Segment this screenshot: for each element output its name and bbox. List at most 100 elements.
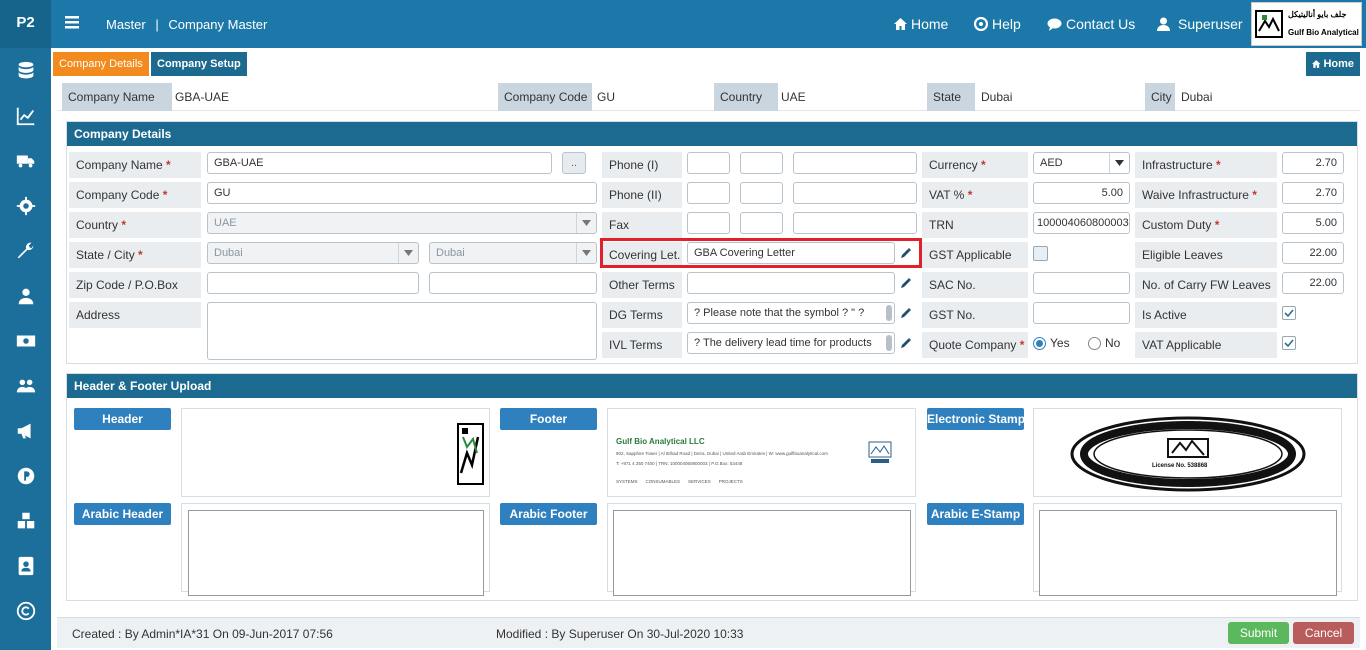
gst-no-label: GST No. <box>922 302 1028 328</box>
vat-input[interactable]: 5.00 <box>1033 182 1130 204</box>
header-image[interactable] <box>181 408 490 497</box>
ivl-terms-textarea[interactable]: ? The delivery lead time for products <box>687 332 895 354</box>
wrench-icon[interactable] <box>0 228 51 273</box>
header-logo-icon <box>457 423 484 485</box>
company-name-lookup-button[interactable]: .. <box>562 152 586 174</box>
users-icon[interactable] <box>0 363 51 408</box>
phone1-area-code-input[interactable] <box>740 152 783 174</box>
electronic-stamp-upload-button[interactable]: Electronic Stamp <box>927 408 1024 430</box>
arabic-header-upload-button[interactable]: Arabic Header <box>74 503 171 525</box>
waive-infrastructure-label: Waive Infrastructure * <box>1135 182 1277 208</box>
breadcrumb-master[interactable]: Master <box>106 17 146 32</box>
footer-image[interactable]: Gulf Bio Analytical LLC 902, Sapphire To… <box>607 408 916 497</box>
submit-button[interactable]: Submit <box>1228 622 1289 644</box>
arabic-footer-image[interactable] <box>607 503 916 596</box>
carry-fw-leaves-label: No. of Carry FW Leaves <box>1135 272 1277 298</box>
chart-line-icon[interactable] <box>0 93 51 138</box>
currency-select-value: AED <box>1040 157 1063 169</box>
gear-icon[interactable] <box>0 183 51 228</box>
sac-input[interactable] <box>1033 272 1130 294</box>
quote-no-radio[interactable]: No <box>1088 336 1120 350</box>
brand-logo[interactable]: P2 <box>0 0 51 48</box>
ivl-terms-scrollbar[interactable] <box>886 335 892 351</box>
audit-footer: Created : By Admin*IA*31 On 09-Jun-2017 … <box>57 617 1360 648</box>
megaphone-icon[interactable] <box>0 408 51 453</box>
tab-company-setup[interactable]: Company Setup <box>151 52 247 76</box>
carry-fw-leaves-input[interactable]: 22.00 <box>1282 272 1344 294</box>
infrastructure-input[interactable]: 2.70 <box>1282 152 1344 174</box>
phone2-country-code-input[interactable] <box>687 182 730 204</box>
zip-label: Zip Code / P.O.Box <box>69 272 201 298</box>
dg-terms-textarea[interactable]: ? Please note that the symbol ? " ? <box>687 302 895 324</box>
footer-tag: SERVICES <box>688 479 711 484</box>
quote-yes-radio[interactable]: Yes <box>1033 336 1070 350</box>
nav-help[interactable]: Help <box>974 16 1021 32</box>
cubes-icon[interactable] <box>0 498 51 543</box>
dg-terms-value: ? Please note that the symbol ? " ? <box>694 307 865 319</box>
zip-input[interactable] <box>207 272 419 294</box>
company-code-input[interactable]: GU <box>207 182 597 204</box>
home-button[interactable]: Home <box>1306 52 1360 76</box>
quote-yes-label: Yes <box>1050 336 1070 350</box>
dg-terms-scrollbar[interactable] <box>886 305 892 321</box>
gst-no-input[interactable] <box>1033 302 1130 324</box>
fax-area-code-input[interactable] <box>740 212 783 234</box>
nav-contact[interactable]: Contact Us <box>1047 16 1135 32</box>
footer-upload-button[interactable]: Footer <box>500 408 597 430</box>
company-name-input[interactable]: GBA-UAE <box>207 152 552 174</box>
phone2-area-code-input[interactable] <box>740 182 783 204</box>
chevron-down-icon <box>1109 153 1129 173</box>
country-select[interactable]: UAE <box>207 212 597 234</box>
dg-terms-label: DG Terms <box>602 302 682 328</box>
footer-emblem-icon <box>868 441 892 463</box>
edit-other-terms-icon[interactable] <box>896 272 916 294</box>
currency-label: Currency * <box>922 152 1028 178</box>
checkmark-icon <box>1284 339 1294 348</box>
copyright-icon[interactable] <box>0 588 51 633</box>
edit-dg-terms-icon[interactable] <box>896 302 916 324</box>
parking-icon[interactable] <box>0 453 51 498</box>
database-icon[interactable] <box>0 48 51 93</box>
address-textarea[interactable] <box>207 302 597 360</box>
waive-infrastructure-input[interactable]: 2.70 <box>1282 182 1344 204</box>
hamburger-menu-icon[interactable] <box>65 15 79 32</box>
arabic-footer-upload-button[interactable]: Arabic Footer <box>500 503 597 525</box>
fax-country-code-input[interactable] <box>687 212 730 234</box>
vat-applicable-checkbox[interactable] <box>1282 336 1296 350</box>
state-select[interactable]: Dubai <box>207 242 419 264</box>
company-logo[interactable]: جلف بايو أناليتيكل Gulf Bio Analytical <box>1251 2 1362 46</box>
footer-company-name: Gulf Bio Analytical LLC <box>616 437 705 446</box>
is-active-checkbox[interactable] <box>1282 306 1296 320</box>
fax-number-input[interactable] <box>793 212 917 234</box>
phone2-number-input[interactable] <box>793 182 917 204</box>
covering-letter-highlight <box>600 238 922 268</box>
edit-ivl-terms-icon[interactable] <box>896 332 916 354</box>
city-select[interactable]: Dubai <box>429 242 597 264</box>
trn-input[interactable]: 100004060800003 <box>1033 212 1130 234</box>
nav-home[interactable]: Home <box>894 16 948 32</box>
nav-user[interactable]: Superuser <box>1157 16 1243 32</box>
other-terms-label: Other Terms <box>602 272 682 298</box>
other-terms-input[interactable] <box>687 272 895 294</box>
arabic-estamp-upload-button[interactable]: Arabic E-Stamp <box>927 503 1024 525</box>
country-select-value: UAE <box>214 217 237 229</box>
tab-company-details[interactable]: Company Details <box>53 52 149 76</box>
currency-select[interactable]: AED <box>1033 152 1130 174</box>
custom-duty-input[interactable]: 5.00 <box>1282 212 1344 234</box>
header-upload-button[interactable]: Header <box>74 408 171 430</box>
arabic-estamp-image[interactable] <box>1033 503 1342 596</box>
truck-icon[interactable] <box>0 138 51 183</box>
breadcrumb-current: Company Master <box>168 17 268 32</box>
gst-applicable-checkbox[interactable] <box>1033 246 1048 261</box>
money-icon[interactable] <box>0 318 51 363</box>
contact-book-icon[interactable] <box>0 543 51 588</box>
phone1-number-input[interactable] <box>793 152 917 174</box>
electronic-stamp-image[interactable]: License No. 538868 <box>1033 408 1342 497</box>
po-box-input[interactable] <box>429 272 597 294</box>
eligible-leaves-input[interactable]: 22.00 <box>1282 242 1344 264</box>
city-select-value: Dubai <box>436 247 465 259</box>
phone1-country-code-input[interactable] <box>687 152 730 174</box>
user-icon[interactable] <box>0 273 51 318</box>
cancel-button[interactable]: Cancel <box>1293 622 1354 644</box>
arabic-header-image[interactable] <box>181 503 490 596</box>
